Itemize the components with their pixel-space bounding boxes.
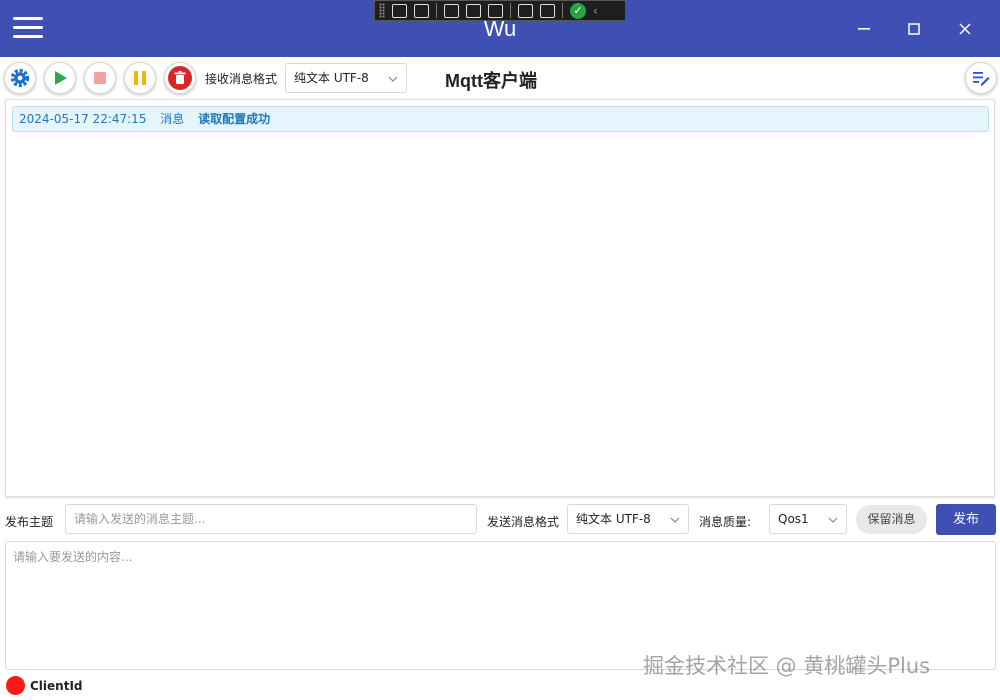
live-tree-icon[interactable] (392, 3, 407, 18)
layout-adorners-icon[interactable] (466, 3, 481, 18)
receive-format-select[interactable]: 纯文本 UTF-8 (285, 63, 407, 93)
publish-button[interactable]: 发布 (936, 504, 996, 535)
connect-button[interactable] (44, 62, 76, 94)
send-format-value: 纯文本 UTF-8 (576, 512, 651, 526)
edit-button[interactable] (965, 62, 997, 94)
minimize-button[interactable] (841, 12, 887, 46)
edit-notes-icon (973, 72, 990, 86)
connection-status-dot (6, 676, 25, 695)
video-icon[interactable] (414, 3, 429, 18)
pause-icon (134, 71, 146, 85)
close-button[interactable] (942, 12, 988, 46)
log-level: 消息 (160, 112, 185, 126)
receive-format-label: 接收消息格式 (205, 72, 278, 86)
debug-toolbar: ✓ ‹ (374, 0, 626, 21)
track-focus-icon[interactable] (488, 3, 503, 18)
gear-icon (10, 68, 30, 88)
pause-button[interactable] (124, 62, 156, 94)
log-message: 读取配置成功 (198, 112, 271, 126)
select-element-icon[interactable] (444, 3, 459, 18)
hot-reload-icon[interactable] (518, 3, 533, 18)
qos-label: 消息质量: (699, 515, 752, 529)
topic-input[interactable]: 请输入发送的消息主题... (65, 504, 477, 534)
client-id-label: ClientId (30, 679, 83, 693)
clear-button[interactable] (164, 62, 196, 94)
chevron-down-icon (388, 76, 398, 82)
settings-button[interactable] (4, 62, 36, 94)
stop-button[interactable] (84, 62, 116, 94)
maximize-button[interactable] (891, 12, 937, 46)
stop-icon (94, 72, 106, 84)
send-format-select[interactable]: 纯文本 UTF-8 (567, 504, 689, 534)
chevron-down-icon (828, 517, 838, 523)
receive-format-value: 纯文本 UTF-8 (294, 71, 369, 85)
toolbar: 接收消息格式 纯文本 UTF-8 Mqtt客户端 (0, 57, 1000, 99)
log-panel[interactable]: 2024-05-17 22:47:15 消息 读取配置成功 (5, 99, 995, 497)
send-format-label: 发送消息格式 (487, 515, 560, 529)
topic-label: 发布主题 (5, 515, 54, 529)
maximize-icon (908, 23, 920, 35)
qos-value: Qos1 (778, 512, 809, 526)
qos-select[interactable]: Qos1 (769, 504, 847, 534)
title-bar: Wu ✓ ‹ (0, 0, 1000, 57)
close-icon (959, 23, 971, 35)
watermark: 掘金技术社区 @ 黄桃罐头Plus (643, 654, 931, 678)
log-entry: 2024-05-17 22:47:15 消息 读取配置成功 (12, 106, 989, 132)
log-time: 2024-05-17 22:47:15 (19, 112, 147, 126)
retain-toggle-button[interactable]: 保留消息 (856, 505, 927, 534)
drag-grip-icon[interactable] (379, 3, 385, 18)
page-heading: Mqtt客户端 (445, 71, 537, 91)
check-icon[interactable]: ✓ (570, 2, 586, 19)
chevron-down-icon (670, 517, 680, 523)
collapse-chevron-icon[interactable]: ‹ (593, 4, 598, 18)
accessibility-icon[interactable] (540, 3, 555, 18)
play-icon (55, 71, 67, 85)
trash-icon (168, 66, 192, 90)
minimize-icon (858, 28, 870, 30)
